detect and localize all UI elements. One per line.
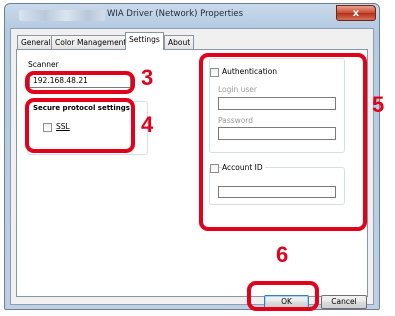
annotation-number-3: 3 — [141, 65, 154, 90]
annotation-box-ok — [247, 281, 319, 311]
close-icon: x — [352, 8, 360, 19]
title-bar[interactable]: WIA Driver (Network) Properties x — [5, 4, 379, 28]
close-button[interactable]: x — [336, 5, 376, 21]
tab-about[interactable]: About — [164, 35, 195, 49]
cancel-button-label: Cancel — [331, 297, 357, 306]
tab-color-management[interactable]: Color Management — [51, 35, 131, 49]
tab-label: General — [21, 38, 51, 47]
window-title: WIA Driver (Network) Properties — [107, 9, 244, 19]
cancel-button[interactable]: Cancel — [321, 295, 367, 309]
blurred-title-prefix — [19, 10, 105, 21]
scanner-label: Scanner — [28, 60, 59, 69]
tab-label: About — [168, 38, 191, 47]
annotation-box-secure-protocol — [25, 98, 135, 153]
annotation-box-authentication — [199, 53, 367, 231]
annotation-number-4: 4 — [141, 112, 154, 137]
tab-general[interactable]: General — [17, 35, 55, 49]
tab-label: Settings — [129, 35, 160, 44]
annotation-number-6: 6 — [276, 242, 289, 267]
tab-label: Color Management — [55, 38, 127, 47]
annotation-number-5: 5 — [372, 92, 385, 117]
annotation-box-scanner — [25, 71, 135, 94]
tab-settings[interactable]: Settings — [125, 32, 164, 50]
